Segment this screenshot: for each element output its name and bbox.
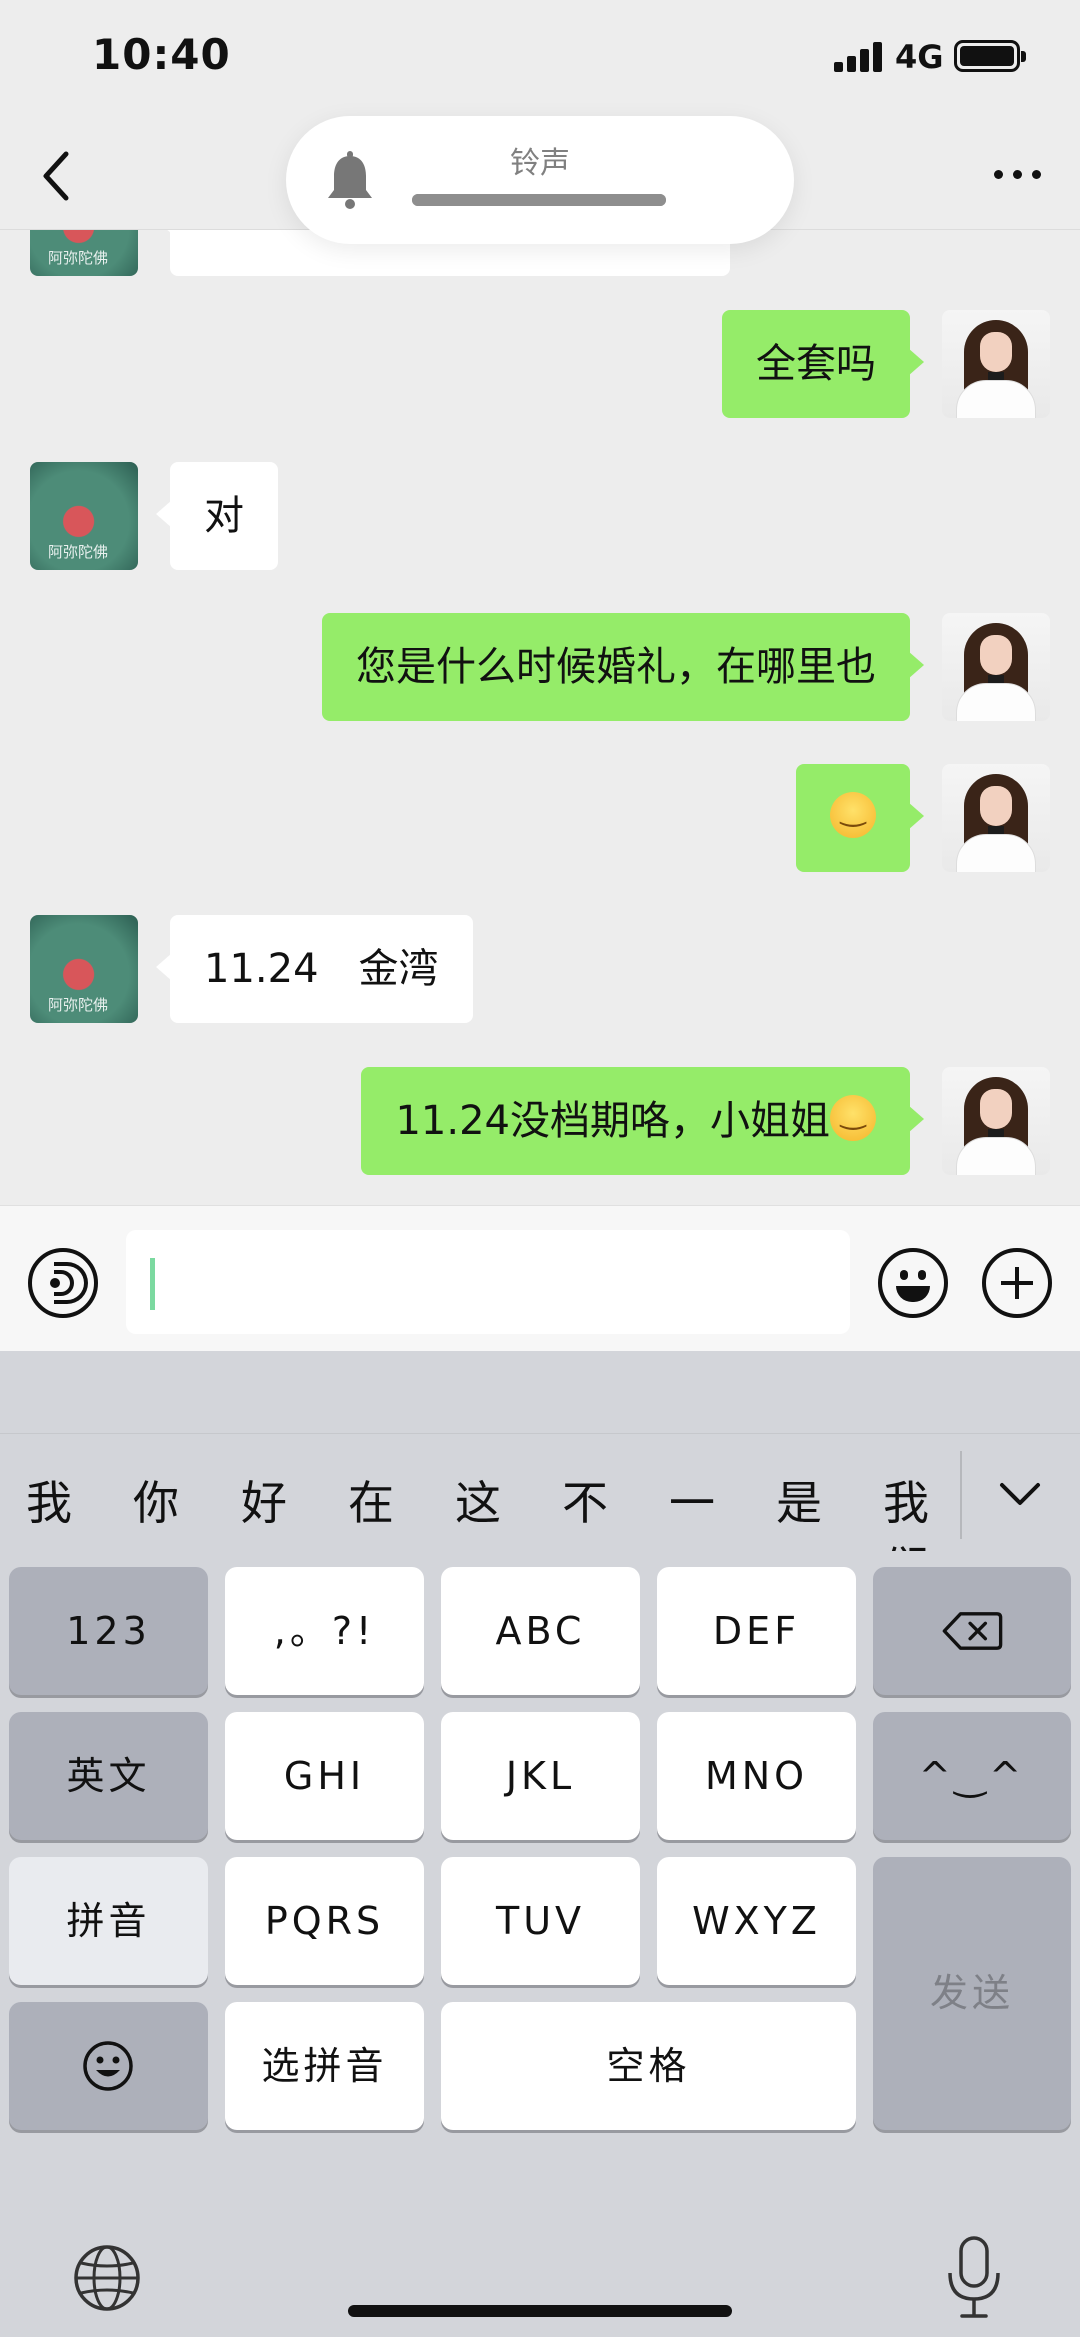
candidate-divider	[960, 1451, 962, 1539]
select-pinyin-key[interactable]: 选拼音	[225, 2002, 424, 2130]
home-indicator[interactable]	[348, 2305, 732, 2317]
avatar-watermark: 阿弥陀佛	[48, 996, 109, 1014]
english-key[interactable]: 英文	[9, 1712, 208, 1840]
candidate-bar: 我 你 好 在 这 不 一 是 我们	[0, 1451, 960, 1551]
message-row	[0, 764, 1080, 872]
smiley-face-icon	[83, 2041, 133, 2091]
jkl-key[interactable]: JKL	[441, 1712, 640, 1840]
outgoing-bubble[interactable]: 11.24没档期咯，小姐姐	[361, 1067, 924, 1175]
battery-icon	[954, 40, 1026, 72]
avatar-watermark: 阿弥陀佛	[48, 249, 109, 267]
space-key[interactable]: 空格	[441, 2002, 856, 2130]
my-avatar[interactable]	[942, 613, 1050, 721]
tuv-key[interactable]: TUV	[441, 1857, 640, 1985]
backspace-key[interactable]	[873, 1567, 1071, 1695]
voice-input-icon[interactable]	[28, 1248, 98, 1318]
message-row: 阿弥陀佛 对	[0, 462, 1080, 570]
candidate-word[interactable]: 你	[133, 1467, 179, 1533]
contact-avatar[interactable]: 阿弥陀佛	[30, 230, 138, 276]
more-actions-plus-icon[interactable]	[982, 1248, 1052, 1318]
more-options-icon[interactable]	[992, 166, 1044, 182]
pinyin-keyboard: 我 你 好 在 这 不 一 是 我们 123 ,。?! ABC DEF 英文 G…	[0, 1351, 1080, 2337]
wxyz-key[interactable]: WXYZ	[657, 1857, 856, 1985]
ringtone-volume-fill	[412, 194, 666, 206]
incoming-bubble[interactable]: 11.24 金湾	[156, 915, 473, 1023]
message-row: 全套吗	[0, 310, 1080, 418]
my-avatar[interactable]	[942, 310, 1050, 418]
candidate-word[interactable]: 是	[776, 1467, 822, 1533]
message-input-bar	[0, 1205, 1080, 1351]
backspace-icon	[942, 1612, 1003, 1650]
ringtone-volume-indicator: 铃声	[286, 116, 794, 244]
def-key[interactable]: DEF	[657, 1567, 856, 1695]
emoji-picker-icon[interactable]	[878, 1248, 948, 1318]
chevron-down-icon[interactable]	[998, 1479, 1042, 1509]
punctuation-key[interactable]: ,。?!	[225, 1567, 424, 1695]
smiling-face-emoji-icon	[830, 792, 876, 838]
candidate-word[interactable]: 好	[241, 1467, 287, 1533]
microphone-icon[interactable]	[944, 2235, 1004, 2321]
back-arrow-icon[interactable]	[36, 148, 76, 204]
abc-key[interactable]: ABC	[441, 1567, 640, 1695]
message-row: 11.24没档期咯，小姐姐	[0, 1067, 1080, 1175]
numbers-key[interactable]: 123	[9, 1567, 208, 1695]
my-avatar[interactable]	[942, 1067, 1050, 1175]
chat-message-list[interactable]: 阿弥陀佛 全套吗 阿弥陀佛 对 您是什么时候婚礼，在哪里也 阿弥陀佛 11.24…	[0, 230, 1080, 1205]
outgoing-bubble[interactable]: 您是什么时候婚礼，在哪里也	[322, 613, 924, 721]
candidate-word[interactable]: 一	[669, 1467, 715, 1533]
candidate-word[interactable]: 我	[26, 1467, 72, 1533]
ghi-key[interactable]: GHI	[225, 1712, 424, 1840]
candidate-word[interactable]: 我们	[883, 1467, 960, 1551]
mno-key[interactable]: MNO	[657, 1712, 856, 1840]
ringtone-label: 铃声	[510, 146, 570, 181]
contact-avatar[interactable]: 阿弥陀佛	[30, 462, 138, 570]
status-bar: 10:40 4G	[0, 0, 1080, 118]
emoticon-key[interactable]: ^‿^	[873, 1712, 1071, 1840]
keyboard-divider	[0, 1433, 1080, 1434]
send-button[interactable]: 发送	[873, 1857, 1071, 2130]
candidate-word[interactable]: 在	[348, 1467, 394, 1533]
contact-avatar[interactable]: 阿弥陀佛	[30, 915, 138, 1023]
candidate-word[interactable]: 这	[455, 1467, 501, 1533]
message-row: 阿弥陀佛 11.24 金湾	[0, 915, 1080, 1023]
globe-icon[interactable]	[72, 2243, 142, 2313]
candidate-word[interactable]: 不	[562, 1467, 608, 1533]
message-row: 您是什么时候婚礼，在哪里也	[0, 613, 1080, 721]
cellular-signal-icon	[834, 42, 884, 72]
network-type: 4G	[895, 38, 944, 76]
smiling-face-emoji-icon	[830, 1095, 876, 1141]
message-text-input[interactable]	[126, 1230, 850, 1334]
avatar-watermark: 阿弥陀佛	[48, 543, 109, 561]
outgoing-emoji-bubble[interactable]	[796, 764, 924, 872]
emoji-key[interactable]	[9, 2002, 208, 2130]
incoming-bubble[interactable]: 对	[156, 462, 278, 570]
text-cursor	[150, 1258, 155, 1310]
ringtone-volume-bar	[412, 194, 666, 206]
message-text: 11.24没档期咯，小姐姐	[395, 1098, 830, 1144]
status-time: 10:40	[92, 30, 231, 79]
pqrs-key[interactable]: PQRS	[225, 1857, 424, 1985]
my-avatar[interactable]	[942, 764, 1050, 872]
pinyin-key[interactable]: 拼音	[9, 1857, 208, 1985]
outgoing-bubble[interactable]: 全套吗	[722, 310, 924, 418]
